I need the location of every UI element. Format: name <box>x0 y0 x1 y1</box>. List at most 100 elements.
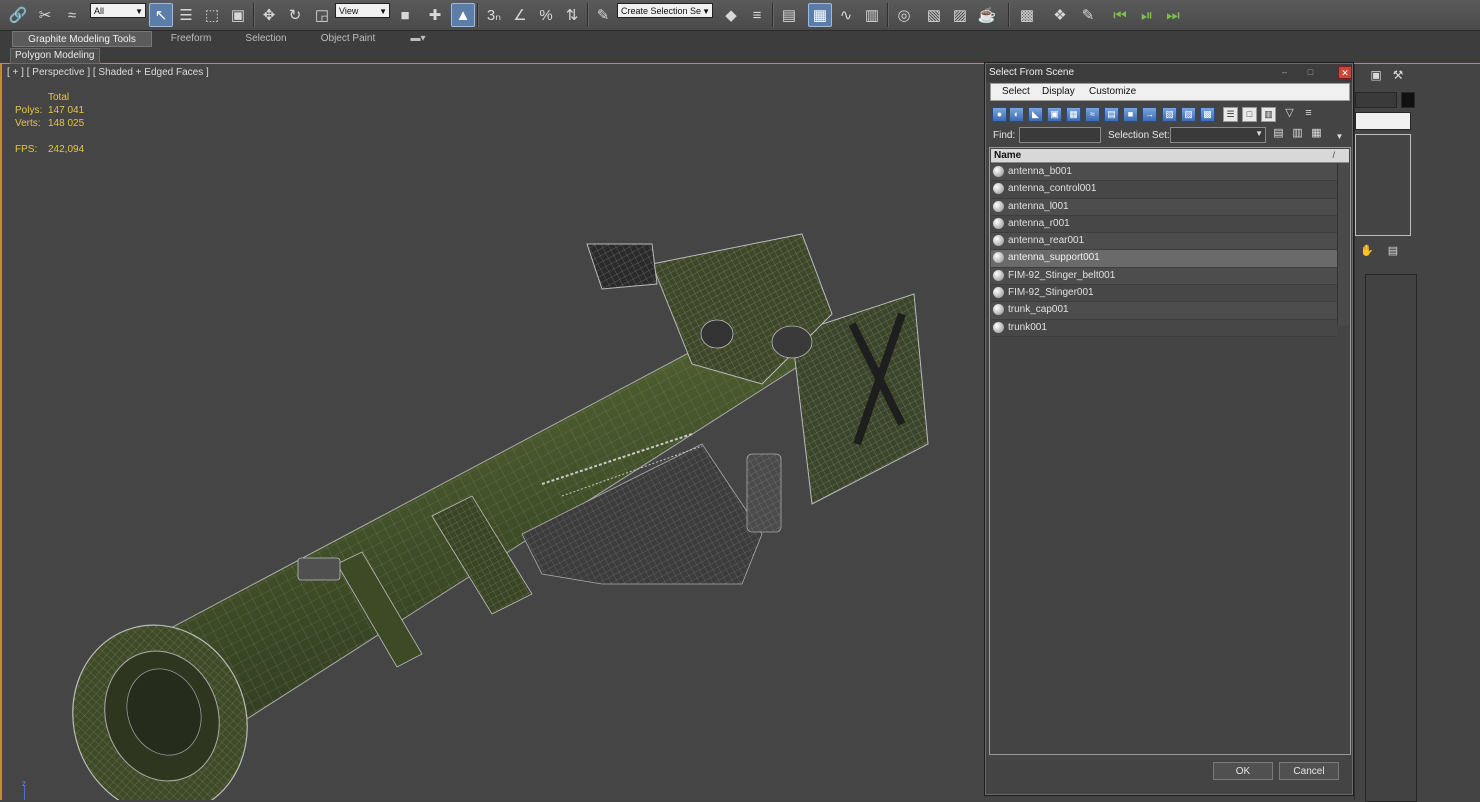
container-icon[interactable]: ▩ <box>1015 3 1039 27</box>
bind-space-warp-icon[interactable]: ≈ <box>60 3 84 27</box>
play-icon[interactable]: ⏯ <box>1135 3 1159 27</box>
named-selection-dropdown[interactable]: Create Selection Se ▼ <box>617 3 713 18</box>
list-item[interactable]: FIM-92_Stinger001 <box>991 285 1337 303</box>
render-icon[interactable]: ☕ <box>975 3 999 27</box>
list-item[interactable]: antenna_rear001 <box>991 233 1337 251</box>
reference-coord-dropdown[interactable]: View ▼ <box>335 3 390 18</box>
funnel-options-icon[interactable]: ≡ <box>1301 107 1316 122</box>
ok-button[interactable]: OK <box>1213 762 1273 780</box>
ribbon-options-icon[interactable]: ▬▾ <box>404 31 432 47</box>
snap-toggle-icon[interactable]: 3ₙ <box>482 3 506 27</box>
rendered-frame-icon[interactable]: ▨ <box>948 3 972 27</box>
filter-helpers-icon[interactable]: ▦ <box>1066 107 1081 122</box>
configure-sets-icon[interactable]: ▤ <box>1385 242 1401 258</box>
close-icon[interactable]: ✕ <box>1338 66 1352 79</box>
spinner-snap-icon[interactable]: ⇅ <box>560 3 584 27</box>
expand-options-icon[interactable]: ▼ <box>1332 130 1347 145</box>
utilities-panel-icon[interactable]: ⚒ <box>1389 66 1407 84</box>
polygon-modeling-button[interactable]: Polygon Modeling <box>10 48 100 64</box>
tab-object-paint[interactable]: Object Paint <box>312 31 384 47</box>
menu-select[interactable]: Select <box>1002 86 1030 97</box>
tab-selection[interactable]: Selection <box>236 31 296 47</box>
align-icon[interactable]: ≡ <box>745 3 769 27</box>
populate-icon[interactable]: ❖ <box>1048 3 1072 27</box>
pin-stack-icon[interactable]: ✋ <box>1359 242 1375 258</box>
link-icon[interactable]: 🔗 <box>6 3 30 27</box>
tab-freeform[interactable]: Freeform <box>160 31 222 47</box>
select-manipulate-icon[interactable]: ✚ <box>423 3 447 27</box>
curve-editor-icon[interactable]: ∿ <box>834 3 858 27</box>
material-editor-icon[interactable]: ◎ <box>892 3 916 27</box>
unlink-icon[interactable]: ✂ <box>33 3 57 27</box>
filter-hidden-icon[interactable]: ▩ <box>1200 107 1215 122</box>
play-forward-icon[interactable]: ⏭ <box>1161 3 1185 27</box>
minimize-icon[interactable]: ‒ <box>1278 66 1291 78</box>
keyboard-shortcut-override-icon[interactable]: ▲ <box>451 3 475 27</box>
select-none-icon[interactable]: □ <box>1242 107 1257 122</box>
object-color-swatch[interactable] <box>1401 92 1415 108</box>
modifier-list-dropdown[interactable] <box>1355 112 1411 130</box>
filter-frozen-icon[interactable]: ▨ <box>1181 107 1196 122</box>
render-setup-icon[interactable]: ▧ <box>922 3 946 27</box>
list-item[interactable]: trunk001 <box>991 319 1337 337</box>
object-name-field[interactable] <box>1355 92 1397 108</box>
list-item[interactable]: antenna_r001 <box>991 215 1337 234</box>
list-item[interactable]: antenna_l001 <box>991 198 1337 216</box>
filter-lights-icon[interactable]: ◣ <box>1028 107 1043 122</box>
filter-containers-icon[interactable]: ▧ <box>1162 107 1177 122</box>
move-icon[interactable]: ✥ <box>257 3 281 27</box>
pivot-center-icon[interactable]: ■ <box>393 3 417 27</box>
maximize-icon[interactable]: □ <box>1304 66 1317 78</box>
scale-icon[interactable]: ◲ <box>310 3 334 27</box>
perspective-viewport[interactable]: [ + ] [ Perspective ] [ Shaded + Edged F… <box>0 64 986 800</box>
scene-object-list[interactable]: Name / antenna_b001 antenna_control001 a… <box>989 147 1351 755</box>
filter-geometry-icon[interactable]: ● <box>992 107 1007 122</box>
layer-manager-icon[interactable]: ▤ <box>777 3 801 27</box>
cancel-button[interactable]: Cancel <box>1279 762 1339 780</box>
select-all-icon[interactable]: ☰ <box>1223 107 1238 122</box>
play-back-icon[interactable]: ⏮ <box>1108 3 1132 27</box>
filter-xrefs-icon[interactable]: ■ <box>1123 107 1138 122</box>
rect-region-icon[interactable]: ⬚ <box>200 3 224 27</box>
filter-cameras-icon[interactable]: ▣ <box>1047 107 1062 122</box>
find-input[interactable] <box>1019 127 1101 143</box>
list-item[interactable]: antenna_control001 <box>991 181 1337 199</box>
display-panel-icon[interactable]: ▣ <box>1367 66 1385 84</box>
create-selection-set-icon[interactable]: ▤ <box>1271 127 1286 142</box>
filter-spacewarps-icon[interactable]: ≈ <box>1085 107 1100 122</box>
list-header[interactable]: Name / <box>991 149 1349 163</box>
tab-graphite-modeling-tools[interactable]: Graphite Modeling Tools <box>12 31 152 47</box>
add-to-set-icon[interactable]: ▥ <box>1290 127 1305 142</box>
window-crossing-icon[interactable]: ▣ <box>226 3 250 27</box>
filter-bones-icon[interactable]: → <box>1142 107 1157 122</box>
menu-customize[interactable]: Customize <box>1089 86 1136 97</box>
list-item[interactable]: antenna_b001 <box>991 164 1337 182</box>
filter-groups-icon[interactable]: ▤ <box>1104 107 1119 122</box>
select-invert-icon[interactable]: ▥ <box>1261 107 1276 122</box>
graphite-toggle-icon[interactable]: ▦ <box>808 3 832 27</box>
column-header-name[interactable]: Name <box>994 149 1021 162</box>
mirror-icon[interactable]: ◆ <box>719 3 743 27</box>
schematic-view-icon[interactable]: ▥ <box>860 3 884 27</box>
list-item[interactable]: trunk_cap001 <box>991 302 1337 320</box>
selection-filter-dropdown[interactable]: All ▼ <box>90 3 146 18</box>
viewport-label[interactable]: [ + ] [ Perspective ] [ Shaded + Edged F… <box>7 67 209 78</box>
modifier-stack[interactable] <box>1355 134 1411 236</box>
light-lister-icon[interactable]: ✎ <box>1076 3 1100 27</box>
menu-display[interactable]: Display <box>1042 86 1075 97</box>
dialog-titlebar[interactable]: Select From Scene ‒ □ ✕ <box>986 64 1352 82</box>
rotate-icon[interactable]: ↻ <box>283 3 307 27</box>
dialog-title: Select From Scene <box>989 67 1075 78</box>
percent-snap-icon[interactable]: % <box>534 3 558 27</box>
edit-named-selection-icon[interactable]: ✎ <box>591 3 615 27</box>
select-by-name-icon[interactable]: ☰ <box>174 3 198 27</box>
angle-snap-icon[interactable]: ∠ <box>508 3 532 27</box>
select-object-icon[interactable]: ↖ <box>149 3 173 27</box>
selection-set-dropdown[interactable]: ▼ <box>1170 127 1266 143</box>
list-scrollbar[interactable] <box>1337 163 1349 325</box>
list-item[interactable]: antenna_support001 <box>991 250 1337 268</box>
remove-from-set-icon[interactable]: ▦ <box>1309 127 1324 142</box>
funnel-icon[interactable]: ▽ <box>1282 107 1297 122</box>
list-item[interactable]: FIM-92_Stinger_belt001 <box>991 267 1337 286</box>
filter-shapes-icon[interactable]: ◐ <box>1009 107 1024 122</box>
